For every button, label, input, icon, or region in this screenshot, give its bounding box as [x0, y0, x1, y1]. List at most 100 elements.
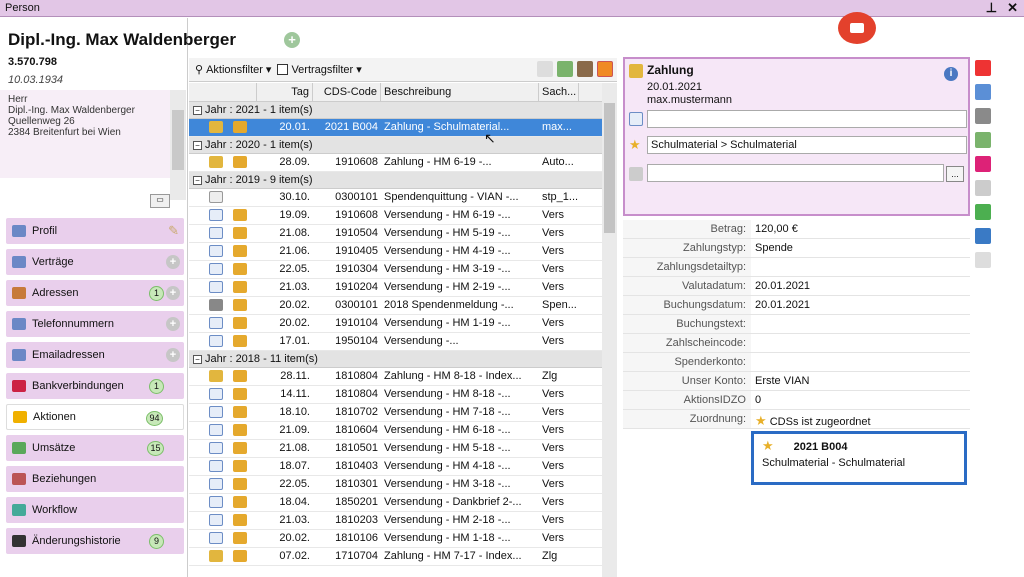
table-row[interactable]: 20.02. 1910104 Versendung - HM 1-19 -... Ve…	[189, 315, 617, 333]
nav-item-aktionen[interactable]: Aktionen 94	[6, 404, 184, 430]
refresh-icon[interactable]	[597, 61, 613, 77]
group-row[interactable]: − Jahr : 2021 - 1 item(s)	[189, 102, 617, 119]
more-icon[interactable]	[975, 252, 991, 268]
table-row[interactable]: 21.03. 1910204 Versendung - HM 2-19 -... Ve…	[189, 279, 617, 297]
note-field[interactable]	[647, 110, 967, 128]
bank-icon[interactable]	[975, 108, 991, 124]
address-line: Quellenweg 26	[8, 116, 75, 127]
pencil-icon[interactable]: ✎	[168, 223, 179, 239]
nav-item-verträge[interactable]: Verträge +	[6, 249, 184, 275]
header-tag[interactable]: Tag	[257, 83, 313, 101]
prop-value[interactable]: 120,00 €	[751, 220, 970, 238]
ellipsis-button[interactable]: ...	[946, 166, 964, 182]
prop-value[interactable]	[751, 258, 970, 276]
zuordnung-box[interactable]: ★ 2021 B004 Schulmaterial - Schulmaterial	[751, 431, 967, 485]
header-beschreibung[interactable]: Beschreibung	[381, 83, 539, 101]
vertragsfilter-checkbox[interactable]	[277, 64, 289, 75]
table-row[interactable]: 18.10. 1810702 Versendung - HM 7-18 -... Ve…	[189, 404, 617, 422]
table-row[interactable]: 21.06. 1910405 Versendung - HM 4-19 -... Ve…	[189, 243, 617, 261]
table-row[interactable]: 20.02. 0300101 2018 Spendenmeldung -... Spe…	[189, 297, 617, 315]
group-row[interactable]: − Jahr : 2020 - 1 item(s)	[189, 137, 617, 154]
prop-value[interactable]: 0	[751, 391, 970, 409]
address-scrollbar[interactable]	[170, 90, 186, 200]
table-row[interactable]: 28.09. 1910608 Zahlung - HM 6-19 -... Auto.…	[189, 154, 617, 172]
pdf-icon[interactable]	[975, 60, 991, 76]
collapse-icon[interactable]: −	[193, 175, 202, 185]
table-row[interactable]: 19.09. 1910608 Versendung - HM 6-19 -... Ve…	[189, 207, 617, 225]
table-row[interactable]: 18.04. 1850201 Versendung - Dankbrief 2-..…	[189, 494, 617, 512]
share-icon[interactable]	[975, 228, 991, 244]
nav-item-workflow[interactable]: Workflow	[6, 497, 184, 523]
table-row[interactable]: 21.08. 1910504 Versendung - HM 5-19 -... Ve…	[189, 225, 617, 243]
table-row[interactable]: 22.05. 1810301 Versendung - HM 3-18 -... Ve…	[189, 476, 617, 494]
prop-value[interactable]: 20.01.2021	[751, 277, 970, 295]
add-icon[interactable]: +	[166, 317, 180, 331]
add-icon[interactable]: +	[166, 348, 180, 362]
table-row[interactable]: 21.03. 1810203 Versendung - HM 2-18 -... Ve…	[189, 512, 617, 530]
tag-field[interactable]	[647, 164, 944, 182]
table-row[interactable]: 20.02. 1810106 Versendung - HM 1-18 -... Ve…	[189, 530, 617, 548]
coin-icon	[233, 245, 247, 258]
mail-icon	[209, 281, 223, 294]
nav-item-bankverbindungen[interactable]: Bankverbindungen 1	[6, 373, 184, 399]
group-row[interactable]: − Jahr : 2018 - 11 item(s)	[189, 351, 617, 368]
table-row[interactable]: 30.10. 0300101 Spendenquittung - VIAN -...…	[189, 189, 617, 207]
nav-item-änderungshistorie[interactable]: Änderungshistorie 9	[6, 528, 184, 554]
vertragsfilter-dropdown[interactable]: Vertragsfilter ▾	[277, 63, 362, 76]
prop-value[interactable]: 20.01.2021	[751, 296, 970, 314]
table-row[interactable]: 20.01. 2021 B004 Zahlung - Schulmaterial..…	[189, 119, 617, 137]
cell-sach: Vers	[542, 335, 565, 347]
nav-badge: 9	[149, 534, 164, 549]
address-layout-button[interactable]: ▭	[150, 194, 170, 208]
people-icon[interactable]	[975, 156, 991, 172]
nav-item-adressen[interactable]: Adressen 1 +	[6, 280, 184, 306]
prop-value[interactable]	[751, 334, 970, 352]
table-row[interactable]: 18.07. 1810403 Versendung - HM 4-18 -... Ve…	[189, 458, 617, 476]
grid-toolbar: ⚲ Aktionsfilter ▾ Vertragsfilter ▾	[189, 58, 617, 82]
table-row[interactable]: 28.11. 1810804 Zahlung - HM 8-18 - Index..…	[189, 368, 617, 386]
user-icon[interactable]	[577, 61, 593, 77]
collapse-icon[interactable]: −	[193, 105, 202, 115]
export-icon[interactable]	[557, 61, 573, 77]
nav-badge: 1	[149, 379, 164, 394]
document-icon[interactable]	[975, 180, 991, 196]
info-icon[interactable]: i	[944, 67, 958, 81]
cell-beschreibung: Versendung - HM 8-18 -...	[384, 388, 511, 400]
comment-icon[interactable]	[975, 84, 991, 100]
group-row[interactable]: − Jahr : 2019 - 9 item(s)	[189, 172, 617, 189]
prop-value[interactable]: Spende	[751, 239, 970, 257]
prop-value[interactable]	[751, 353, 970, 371]
cell-sach: Vers	[542, 227, 565, 239]
prop-row: Valutadatum: 20.01.2021	[623, 277, 970, 296]
nav-item-profil[interactable]: Profil ✎	[6, 218, 184, 244]
close-icon[interactable]: ✕	[1007, 0, 1018, 16]
table-row[interactable]: 14.11. 1810804 Versendung - HM 8-18 -... Ve…	[189, 386, 617, 404]
header-sach[interactable]: Sach...	[539, 83, 579, 101]
add-icon[interactable]: +	[166, 286, 180, 300]
grid-scrollbar[interactable]	[602, 83, 617, 577]
add-icon[interactable]: +	[166, 255, 180, 269]
add-note-icon[interactable]	[975, 132, 991, 148]
tag-check-icon[interactable]	[975, 204, 991, 220]
table-row[interactable]: 22.05. 1910304 Versendung - HM 3-19 -... Ve…	[189, 261, 617, 279]
header-cds-code[interactable]: CDS-Code	[313, 83, 381, 101]
nav-item-beziehungen[interactable]: Beziehungen	[6, 466, 184, 492]
collapse-icon[interactable]: −	[193, 354, 202, 364]
prop-row: AktionsIDZO 0	[623, 391, 970, 410]
aktionsfilter-dropdown[interactable]: ⚲ Aktionsfilter ▾	[195, 63, 271, 77]
table-row[interactable]: 21.08. 1810501 Versendung - HM 5-18 -... Ve…	[189, 440, 617, 458]
prop-value[interactable]: Erste VIAN	[751, 372, 970, 390]
view-icon[interactable]	[537, 61, 553, 77]
prop-value[interactable]	[751, 315, 970, 333]
add-person-icon[interactable]: +	[284, 32, 300, 48]
nav-item-telefonnummern[interactable]: Telefonnummern +	[6, 311, 184, 337]
collapse-icon[interactable]: −	[193, 140, 202, 150]
category-field[interactable]: Schulmaterial > Schulmaterial	[647, 136, 967, 154]
nav-item-emailadressen[interactable]: Emailadressen +	[6, 342, 184, 368]
nav-item-umsätze[interactable]: Umsätze 15	[6, 435, 184, 461]
pin-icon[interactable]: ⊥	[986, 0, 997, 16]
table-row[interactable]: 21.09. 1810604 Versendung - HM 6-18 -... Ve…	[189, 422, 617, 440]
table-row[interactable]: 17.01. 1950104 Versendung -... Vers	[189, 333, 617, 351]
table-row[interactable]: 07.02. 1710704 Zahlung - HM 7-17 - Index..…	[189, 548, 617, 566]
screen-record-button[interactable]	[838, 12, 876, 44]
